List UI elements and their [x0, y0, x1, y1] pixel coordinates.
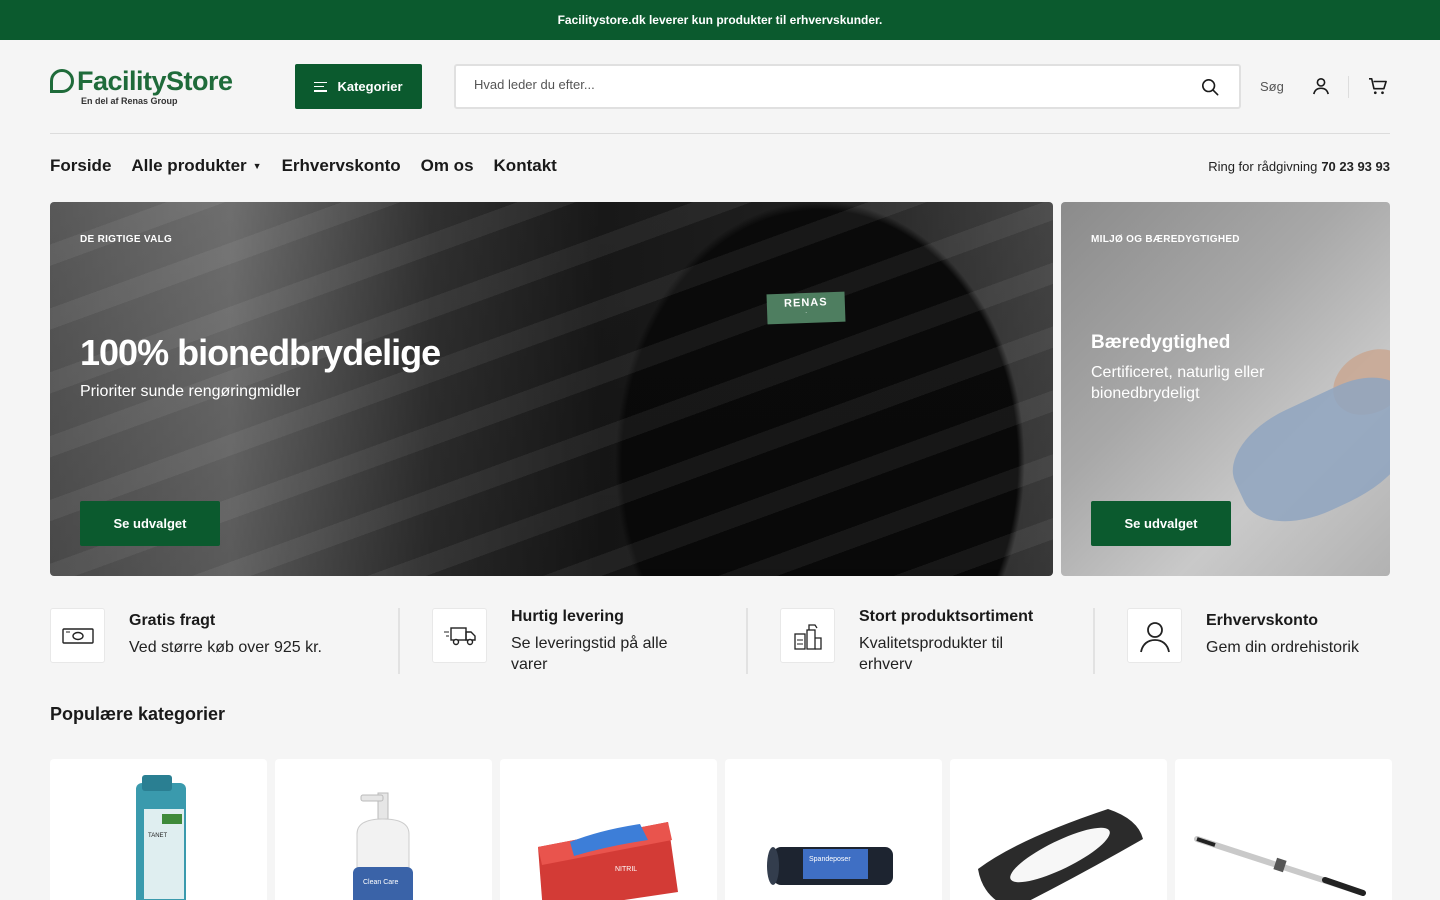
popular-categories-list: TANET Clean Care NITRIL Spandeposer: [50, 759, 1392, 900]
menu-icon: [314, 81, 328, 92]
announcement-text: Facilitystore.dk leverer kun produkter t…: [557, 13, 883, 27]
feature-title: Stort produktsortiment: [859, 608, 1034, 625]
header-divider: [1348, 76, 1349, 98]
feature-text: Kvalitetsprodukter til erhverv: [859, 635, 1004, 673]
nav-item-kontakt[interactable]: Kontakt: [494, 156, 557, 176]
side-eyebrow: MILJØ OG BÆREDYGTIGHED: [1091, 234, 1240, 245]
nav-item-alle-produkter[interactable]: Alle produkter ▼: [131, 156, 261, 176]
money-bill-icon: [61, 627, 94, 644]
category-card-poles[interactable]: [1175, 759, 1392, 900]
account-icon[interactable]: [1312, 77, 1330, 95]
hero-banner[interactable]: RENAS. DE RIGTIGE VALG 100% bionedbrydel…: [50, 202, 1053, 576]
top-announcement-bar: Facilitystore.dk leverer kun produkter t…: [0, 0, 1440, 40]
phone-advice: Ring for rådgivning 70 23 93 93: [1208, 159, 1390, 174]
renas-badge: RENAS.: [766, 291, 846, 325]
cleaning-bottle-image: TANET: [136, 775, 186, 900]
category-card-bags[interactable]: Spandeposer: [725, 759, 942, 900]
feature-text: Gem din ordrehistorik: [1206, 639, 1359, 656]
main-nav: Forside Alle produkter ▼ Erhvervskonto Om…: [50, 156, 557, 176]
feature-title: Erhvervskonto: [1206, 612, 1319, 629]
chevron-down-icon: ▼: [252, 161, 262, 171]
side-subtitle: Certificeret, naturlig eller bionedbryde…: [1091, 364, 1265, 402]
telescopic-pole-image: [1194, 836, 1366, 896]
category-card-soap[interactable]: Clean Care: [275, 759, 492, 900]
bag-roll-image: Spandeposer: [767, 847, 893, 885]
cleaning-products-icon: [793, 623, 822, 650]
categories-button-label: Kategorier: [337, 79, 403, 94]
svg-text:Spandeposer: Spandeposer: [809, 856, 851, 863]
delivery-truck-icon: [443, 626, 476, 645]
leaf-icon: [50, 68, 74, 93]
feature-title: Hurtig levering: [511, 608, 624, 625]
feature-divider: [746, 608, 748, 674]
categories-button[interactable]: Kategorier: [295, 64, 422, 109]
facilitystore-logo[interactable]: FacilityStore En del af Renas Group: [50, 66, 260, 108]
search-icon[interactable]: [1201, 78, 1219, 96]
popular-categories-title: Populære kategorier: [50, 704, 226, 724]
hero-cta-button[interactable]: Se udvalget: [80, 501, 220, 546]
search-input[interactable]: [474, 77, 1174, 92]
feature-divider: [1093, 608, 1095, 674]
svg-text:Clean Care: Clean Care: [363, 879, 399, 886]
nav-item-om-os[interactable]: Om os: [421, 156, 474, 176]
svg-text:TANET: TANET: [148, 833, 168, 839]
feature-text: Ved større køb over 925 kr.: [129, 639, 322, 656]
hero-subtitle: Prioriter sunde rengøringmidler: [80, 383, 301, 400]
hero-eyebrow: DE RIGTIGE VALG: [80, 234, 173, 245]
feature-divider: [398, 608, 400, 674]
feature-title: Gratis fragt: [129, 612, 216, 629]
cart-icon[interactable]: [1368, 77, 1388, 95]
floor-pad-image: [978, 809, 1143, 900]
phone-number[interactable]: 70 23 93 93: [1321, 159, 1390, 174]
logo-wordmark: FacilityStore: [50, 66, 233, 97]
hero-title: 100% bionedbrydelige: [80, 332, 441, 373]
header: FacilityStore En del af Renas Group Kate…: [50, 40, 1390, 134]
category-card-cleaning[interactable]: TANET: [50, 759, 267, 900]
category-card-gloves[interactable]: NITRIL: [500, 759, 717, 900]
user-icon: [1139, 621, 1170, 652]
feature-free-shipping: Gratis fragt Ved større køb over 925 kr.: [50, 606, 380, 676]
nav-item-forside[interactable]: Forside: [50, 156, 111, 176]
feature-fast-delivery: Hurtig levering Se leveringstid på alle …: [432, 606, 712, 676]
glove-box-image: NITRIL: [538, 822, 678, 900]
soap-pump-image: Clean Care: [353, 792, 413, 900]
phone-label: Ring for rådgivning: [1208, 159, 1318, 174]
svg-text:NITRIL: NITRIL: [615, 866, 637, 873]
feature-business-account: Erhvervskonto Gem din ordrehistorik: [1127, 606, 1390, 676]
nav-item-erhvervskonto[interactable]: Erhvervskonto: [282, 156, 401, 176]
side-title: Bæredygtighed: [1091, 332, 1231, 353]
feature-row: Gratis fragt Ved større køb over 925 kr.…: [50, 606, 1390, 676]
feature-text: Se leveringstid på alle varer: [511, 635, 668, 673]
side-cta-button[interactable]: Se udvalget: [1091, 501, 1231, 546]
category-card-floor-pads[interactable]: [950, 759, 1167, 900]
sustainability-banner[interactable]: MILJØ OG BÆREDYGTIGHED Bæredygtighed Cer…: [1061, 202, 1390, 576]
logo-tagline: En del af Renas Group: [81, 96, 178, 106]
feature-product-range: Stort produktsortiment Kvalitetsprodukte…: [780, 606, 1080, 676]
search-link[interactable]: Søg: [1260, 79, 1284, 94]
search-bar: [454, 64, 1241, 109]
